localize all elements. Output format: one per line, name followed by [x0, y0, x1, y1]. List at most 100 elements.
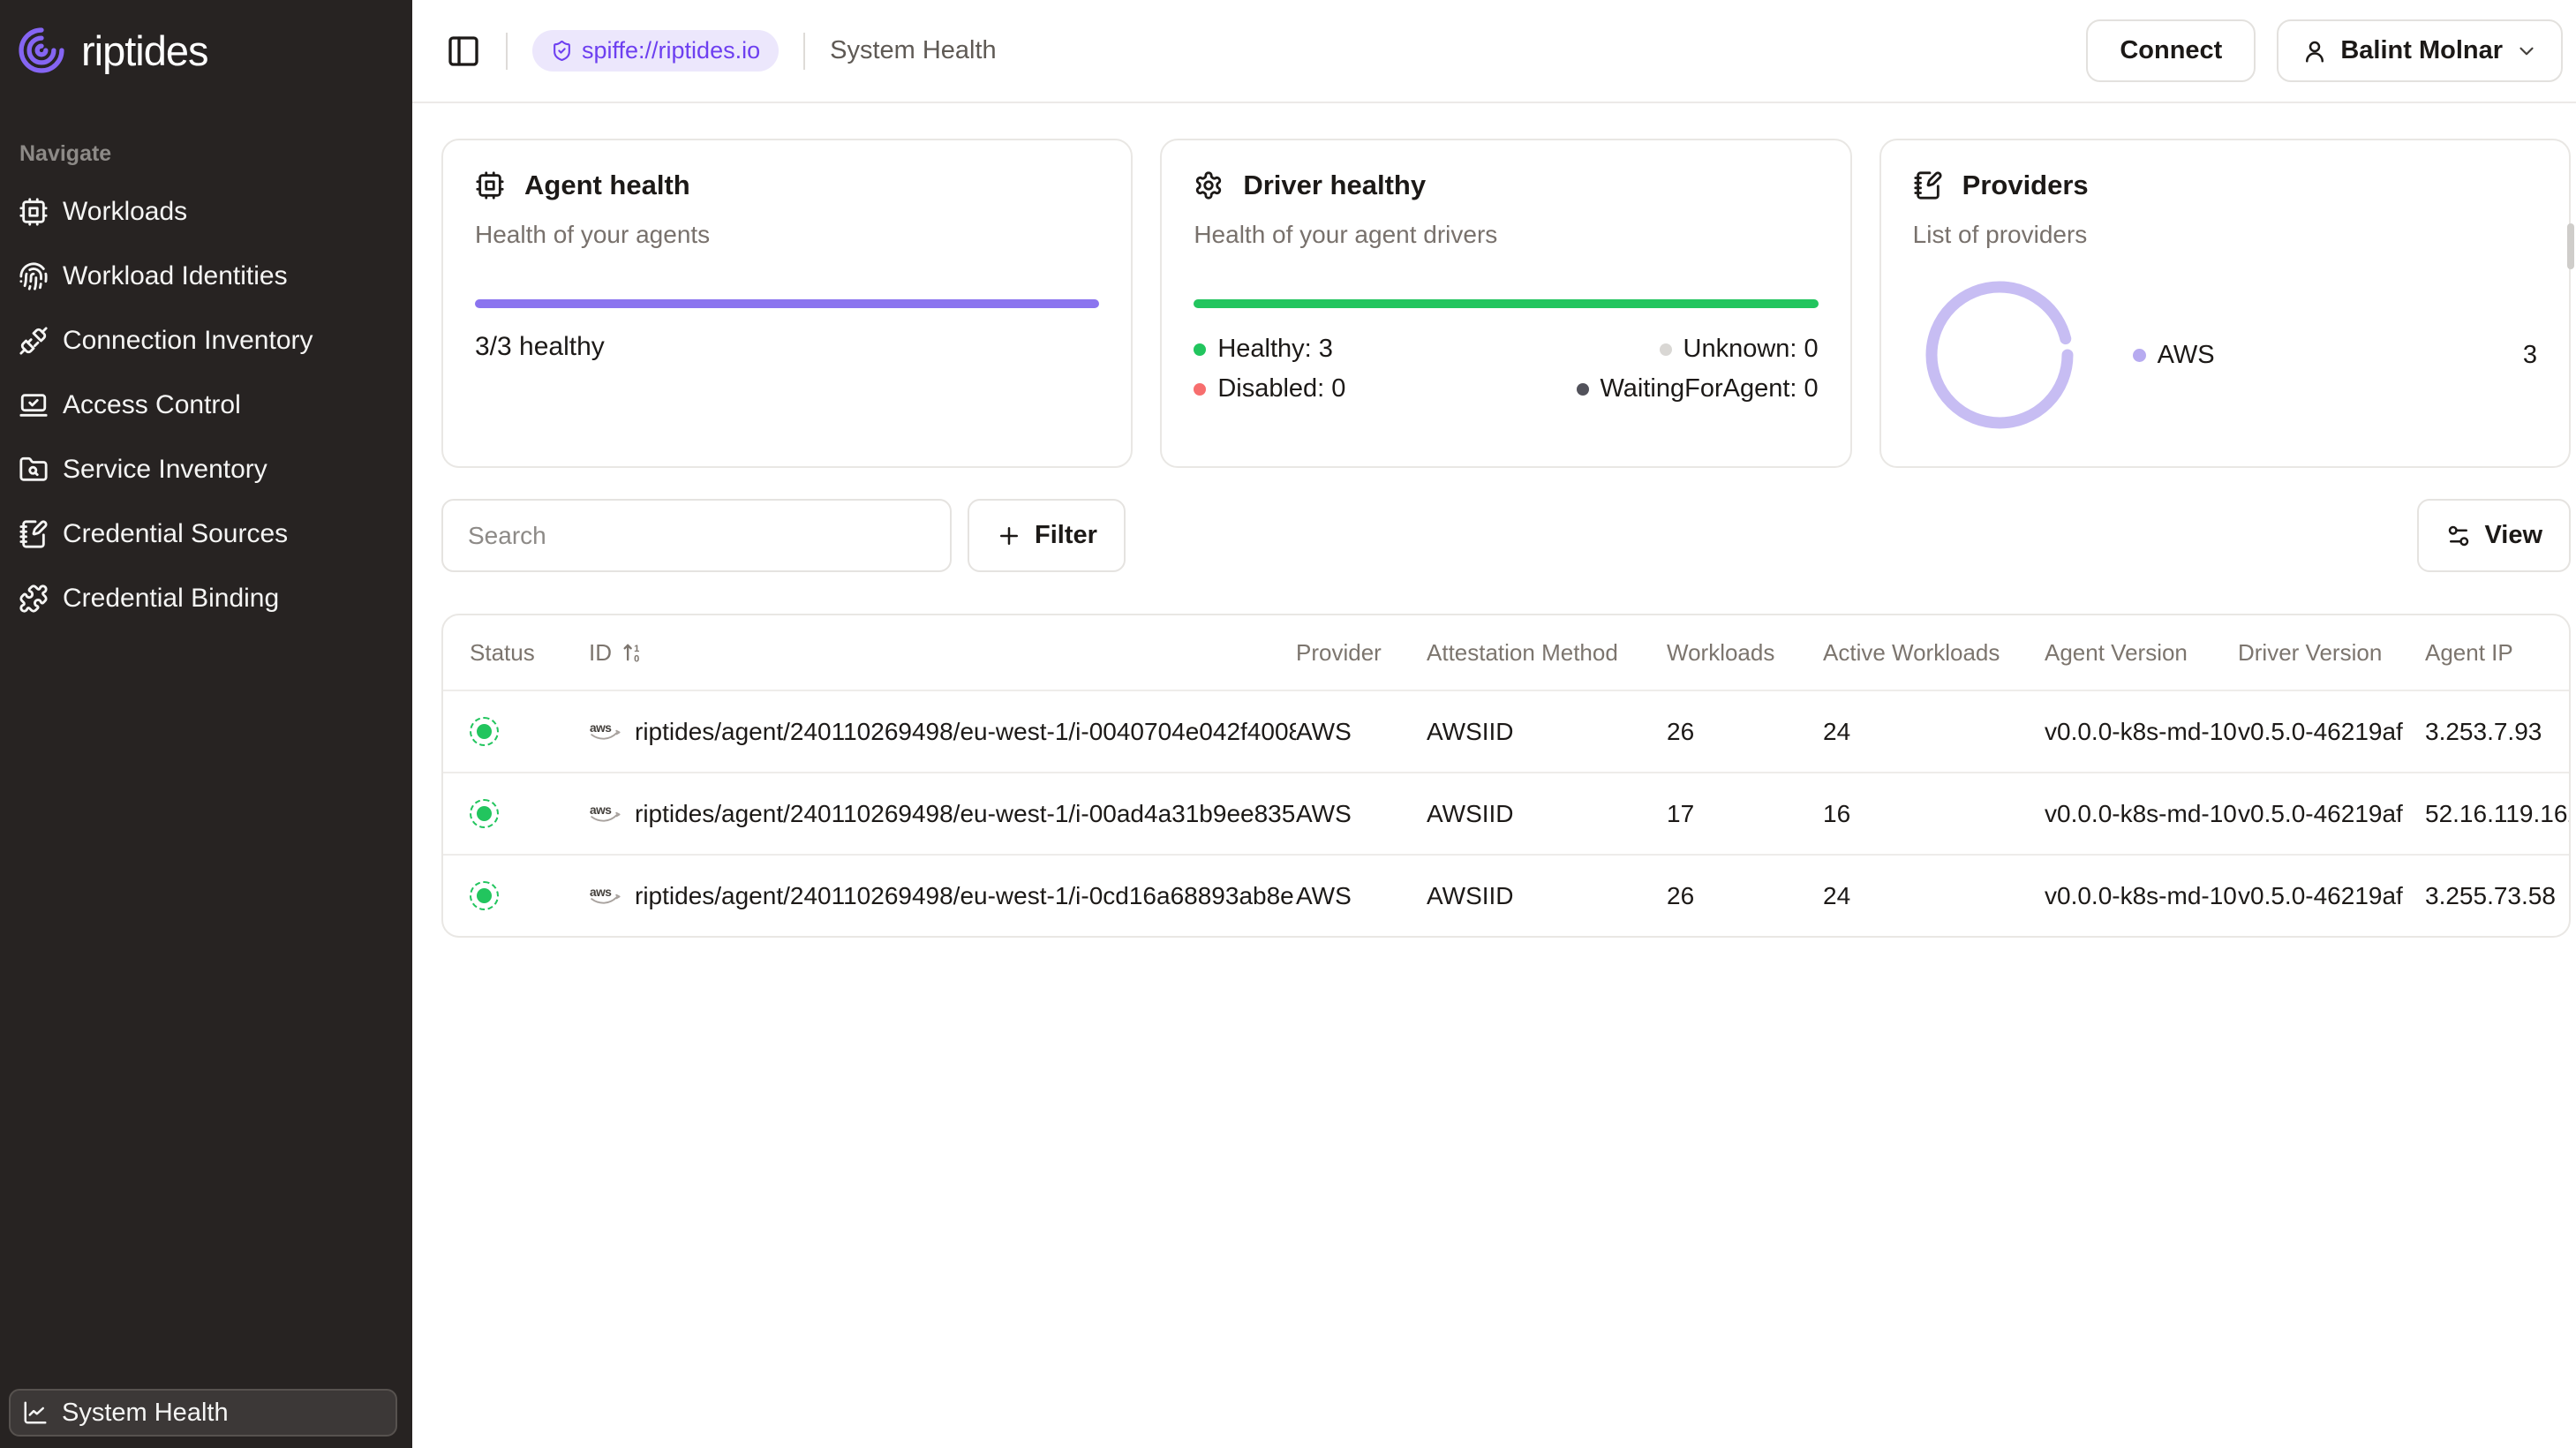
agent-id-cell: aws riptides/agent/240110269498/eu-west-…	[589, 882, 1296, 910]
agent-id-cell: aws riptides/agent/240110269498/eu-west-…	[589, 800, 1296, 828]
active-workloads-cell: 24	[1823, 882, 2045, 910]
filter-label: Filter	[1035, 521, 1097, 550]
riptides-logo-icon	[16, 25, 67, 76]
legend-dot	[1577, 383, 1589, 396]
connect-button[interactable]: Connect	[2086, 19, 2256, 82]
sidebar-item-label: Service Inventory	[63, 455, 267, 485]
column-header-attestation: Attestation Method	[1427, 639, 1667, 667]
agent-id-cell: aws riptides/agent/240110269498/eu-west-…	[589, 718, 1296, 746]
table-row[interactable]: aws riptides/agent/240110269498/eu-west-…	[443, 772, 2569, 854]
summary-cards: Agent health Health of your agents 3/3 h…	[441, 139, 2571, 468]
status-cell	[443, 717, 589, 746]
agent-id-text: riptides/agent/240110269498/eu-west-1/i-…	[635, 718, 1296, 746]
topbar-actions: Connect Balint Molnar	[2086, 19, 2563, 82]
legend-label: Unknown: 0	[1683, 335, 1819, 364]
sidebar-item-system-health[interactable]: System Health	[9, 1389, 397, 1437]
agent-version-cell: v0.0.0-k8s-md-10	[2045, 800, 2238, 828]
sidebar-item-label: Access Control	[63, 390, 241, 420]
sidebar-item-workloads[interactable]: Workloads	[0, 179, 412, 244]
column-header-status: Status	[443, 639, 589, 667]
sidebar-item-connection-inventory[interactable]: Connection Inventory	[0, 308, 412, 373]
providers-legend: AWS 3	[2133, 341, 2537, 370]
workloads-cell: 17	[1667, 800, 1823, 828]
agent-ip-cell: 3.253.7.93	[2425, 718, 2569, 746]
driver-version-cell: v0.5.0-46219af	[2238, 882, 2425, 910]
plus-icon	[996, 523, 1022, 549]
app-root: riptides Navigate Workloads Workload Ide…	[0, 0, 2576, 1448]
sidebar-item-label: Credential Binding	[63, 584, 279, 614]
scrollbar-thumb[interactable]	[2567, 223, 2574, 269]
column-header-id[interactable]: ID 10	[589, 639, 1296, 667]
view-button[interactable]: View	[2417, 499, 2571, 572]
trust-domain-badge[interactable]: spiffe://riptides.io	[532, 30, 779, 72]
card-subtitle: List of providers	[1913, 221, 2537, 249]
gear-icon	[1194, 170, 1224, 200]
driver-health-progress-fill	[1194, 299, 1818, 308]
notebook-pen-icon	[19, 519, 49, 549]
legend-item: WaitingForAgent: 0	[1506, 374, 1819, 403]
sidebar-nav: Workloads Workload Identities Connection…	[0, 179, 412, 630]
provider-cell: AWS	[1296, 718, 1427, 746]
sidebar-toggle-button[interactable]	[446, 34, 481, 69]
divider	[803, 33, 805, 70]
svg-text:aws: aws	[590, 803, 612, 817]
fingerprint-icon	[19, 261, 49, 291]
sidebar-item-service-inventory[interactable]: Service Inventory	[0, 437, 412, 502]
main-area: spiffe://riptides.io System Health Conne…	[412, 0, 2576, 1448]
providers-donut-ring	[1932, 287, 2068, 423]
chevron-down-icon	[2515, 40, 2538, 63]
sidebar-item-credential-binding[interactable]: Credential Binding	[0, 566, 412, 630]
cpu-icon	[475, 170, 505, 200]
shield-check-icon	[551, 40, 573, 62]
line-chart-icon	[22, 1399, 49, 1426]
agent-version-cell: v0.0.0-k8s-md-10	[2045, 882, 2238, 910]
card-subtitle: Health of your agent drivers	[1194, 221, 1818, 249]
sidebar-item-access-control[interactable]: Access Control	[0, 373, 412, 437]
sidebar-item-label: Connection Inventory	[63, 326, 313, 356]
legend-label: Disabled: 0	[1217, 374, 1345, 403]
content: Agent health Health of your agents 3/3 h…	[412, 103, 2576, 938]
agent-health-summary: 3/3 healthy	[475, 332, 1099, 362]
svg-text:0: 0	[634, 654, 639, 665]
driver-health-card: Driver healthy Health of your agent driv…	[1160, 139, 1851, 468]
sort-numeric-icon: 10	[621, 640, 645, 665]
driver-version-cell: v0.5.0-46219af	[2238, 800, 2425, 828]
divider	[506, 33, 508, 70]
aws-icon: aws	[589, 720, 622, 744]
workloads-cell: 26	[1667, 718, 1823, 746]
laptop-check-icon	[19, 390, 49, 420]
column-header-agent-ip: Agent IP	[2425, 639, 2569, 667]
agent-health-progress-fill	[475, 299, 1099, 308]
column-header-agent-version: Agent Version	[2045, 639, 2238, 667]
toolbar: Filter View	[441, 499, 2571, 572]
agent-ip-cell: 52.16.119.162	[2425, 800, 2571, 828]
status-cell	[443, 881, 589, 910]
agent-health-card: Agent health Health of your agents 3/3 h…	[441, 139, 1133, 468]
column-header-provider: Provider	[1296, 639, 1427, 667]
card-title: Providers	[1962, 170, 2089, 201]
legend-label: Healthy: 3	[1217, 335, 1333, 364]
legend-dot	[1194, 343, 1206, 356]
sidebar-item-credential-sources[interactable]: Credential Sources	[0, 502, 412, 566]
filter-button[interactable]: Filter	[968, 499, 1126, 572]
legend-label: WaitingForAgent: 0	[1601, 374, 1819, 403]
user-menu-button[interactable]: Balint Molnar	[2277, 19, 2563, 82]
folder-search-icon	[19, 455, 49, 485]
sidebar-item-workload-identities[interactable]: Workload Identities	[0, 244, 412, 308]
brand-logo[interactable]: riptides	[16, 25, 412, 76]
search-input[interactable]	[441, 499, 952, 572]
legend-item: Unknown: 0	[1506, 335, 1819, 364]
brand-name: riptides	[81, 26, 208, 75]
attestation-cell: AWSIID	[1427, 882, 1667, 910]
table-row[interactable]: aws riptides/agent/240110269498/eu-west-…	[443, 690, 2569, 772]
table-header: Status ID 10 Provider Attestation Method…	[443, 615, 2569, 690]
page-title: System Health	[830, 36, 997, 65]
status-healthy-indicator	[470, 799, 499, 828]
card-title: Agent health	[524, 170, 690, 201]
table-row[interactable]: aws riptides/agent/240110269498/eu-west-…	[443, 854, 2569, 936]
driver-legend: Healthy: 3 Unknown: 0 Disabled: 0 WaitingFo…	[1194, 335, 1818, 403]
providers-card: Providers List of providers AWS 3	[1879, 139, 2571, 468]
active-workloads-cell: 16	[1823, 800, 2045, 828]
card-subtitle: Health of your agents	[475, 221, 1099, 249]
active-workloads-cell: 24	[1823, 718, 2045, 746]
